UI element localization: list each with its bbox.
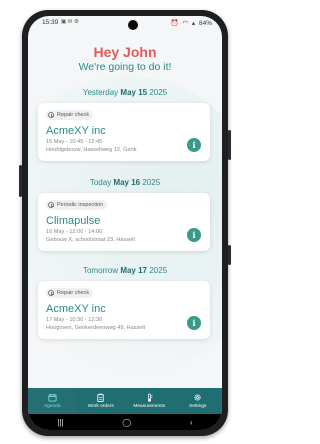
appointment-card[interactable]: Repair check AcmeXY inc 15 May - 10:45 -… xyxy=(38,103,210,161)
bottom-tab-bar: Agenda Work orders Measurements Settings xyxy=(28,388,222,414)
info-button[interactable]: i xyxy=(187,316,201,330)
status-right: ⏰ ◠ ▴ 84% xyxy=(169,19,212,27)
home-icon[interactable]: ◯ xyxy=(122,418,131,427)
appointment-type: Repair check xyxy=(57,290,90,296)
tab-settings[interactable]: Settings xyxy=(174,388,223,414)
appointment-type: Periodic inspection xyxy=(57,202,104,208)
date-heading-today: Today May 16 2025 xyxy=(28,178,222,187)
phone-frame: 15:39 ▣ ✉ ⚙ ⏰ ◠ ▴ 84% Hey John We're goi… xyxy=(19,10,231,436)
company-name: Climapulse xyxy=(46,215,101,227)
info-button[interactable]: i xyxy=(187,228,201,242)
battery-level: 84% xyxy=(198,20,212,27)
front-camera xyxy=(128,20,138,30)
appointment-card[interactable]: Periodic inspection Climapulse 16 May - … xyxy=(38,193,210,251)
appointment-type-badge: Repair check xyxy=(46,110,94,120)
wifi-icon: ◠ xyxy=(182,20,189,27)
date-day: May 16 xyxy=(113,178,141,187)
alarm-icon: ⏰ xyxy=(170,20,179,27)
appointment-time: 15 May - 10:45 - 12:45 xyxy=(46,139,103,145)
gear-icon xyxy=(194,394,201,401)
greeting-subtitle: We're going to do it! xyxy=(78,61,172,73)
appointment-address: Hoofdgebouw, Hasseltweg 12, Genk xyxy=(46,147,137,153)
calendar-icon xyxy=(48,393,57,402)
clock-icon xyxy=(48,290,54,296)
date-year: 2025 xyxy=(149,266,168,275)
tab-label: Settings xyxy=(189,404,207,409)
date-prefix: Yesterday xyxy=(82,88,119,97)
appointment-address: Gebouw X, schoolstraat 23, Hasselt xyxy=(46,237,135,243)
tab-label: Measurements xyxy=(133,404,166,409)
date-day: May 15 xyxy=(120,88,148,97)
power-button xyxy=(228,130,231,160)
clock-icon xyxy=(48,202,54,208)
date-prefix: Today xyxy=(89,178,112,187)
greeting-title: Hey John xyxy=(93,44,157,60)
recent-apps-icon[interactable]: ||| xyxy=(57,418,63,427)
tab-label: Work orders xyxy=(87,404,114,409)
appointment-time: 16 May - 12:00 - 14:00 xyxy=(46,229,103,235)
tab-work-orders[interactable]: Work orders xyxy=(77,388,126,414)
appointment-address: Hoogoven, Genkerdeenweg 49, Hasselt xyxy=(46,325,146,331)
date-heading-yesterday: Yesterday May 15 2025 xyxy=(28,88,222,97)
date-year: 2025 xyxy=(142,178,161,187)
date-year: 2025 xyxy=(149,88,168,97)
side-button xyxy=(228,245,231,265)
date-prefix: Tomorrow xyxy=(82,266,119,275)
signal-icon: ▴ xyxy=(191,20,196,27)
company-name: AcmeXY inc xyxy=(46,303,106,315)
clock-icon xyxy=(48,112,54,118)
clipboard-icon xyxy=(97,393,104,402)
notification-icons: ▣ ✉ ⚙ xyxy=(61,19,79,25)
info-button[interactable]: i xyxy=(187,138,201,152)
tab-label: Agenda xyxy=(43,404,61,409)
system-navigation-bar: ||| ◯ ‹ xyxy=(28,414,222,430)
date-day: May 17 xyxy=(120,266,147,275)
tab-measurements[interactable]: Measurements xyxy=(125,388,174,414)
appointment-time: 17 May - 10:30 - 12:30 xyxy=(46,317,103,323)
company-name: AcmeXY inc xyxy=(46,125,106,137)
status-bar: 15:39 ▣ ✉ ⚙ ⏰ ◠ ▴ 84% xyxy=(28,16,222,30)
thermometer-icon xyxy=(147,393,153,402)
date-heading-tomorrow: Tomorrow May 17 2025 xyxy=(28,266,222,275)
tab-agenda[interactable]: Agenda xyxy=(28,388,77,414)
status-time: 15:39 xyxy=(42,19,59,26)
volume-button xyxy=(19,165,22,197)
appointment-card[interactable]: Repair check AcmeXY inc 17 May - 10:30 -… xyxy=(38,281,210,339)
appointment-type-badge: Periodic inspection xyxy=(46,200,108,210)
appointment-type: Repair check xyxy=(57,112,90,118)
back-icon[interactable]: ‹ xyxy=(190,418,193,427)
screen: 15:39 ▣ ✉ ⚙ ⏰ ◠ ▴ 84% Hey John We're goi… xyxy=(28,16,222,430)
appointment-type-badge: Repair check xyxy=(46,288,94,298)
